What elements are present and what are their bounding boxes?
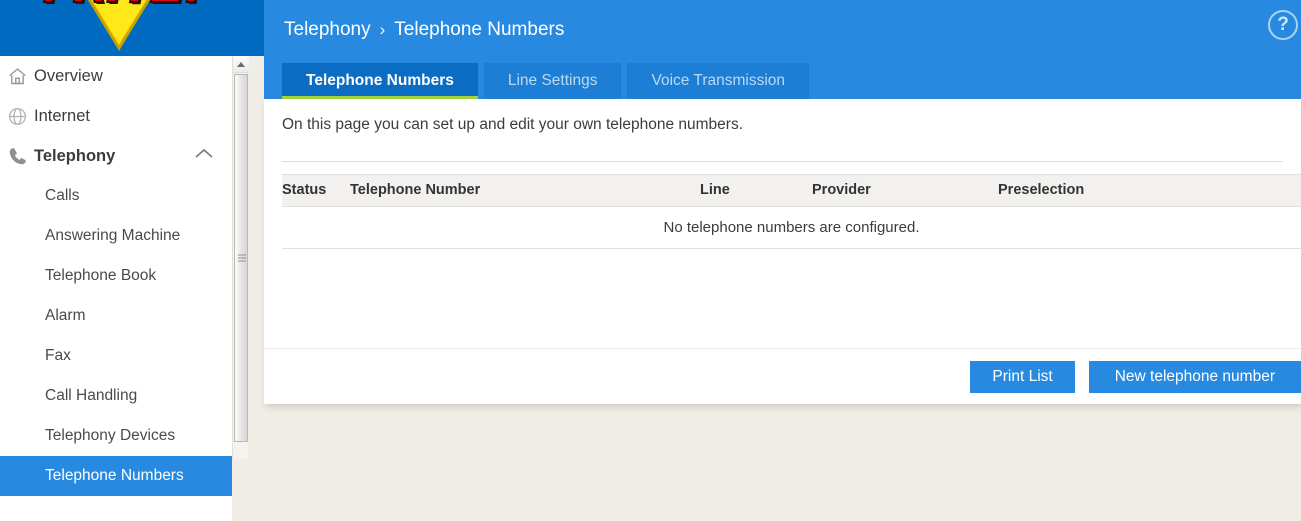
fritz-logo[interactable]: FRITZ! <box>38 0 208 56</box>
home-icon <box>0 66 34 87</box>
page-intro-text: On this page you can set up and edit you… <box>282 116 743 133</box>
globe-icon <box>0 106 34 127</box>
table-row-empty: No telephone numbers are configured. <box>282 206 1301 249</box>
sidebar-item-fax[interactable]: Fax <box>0 336 232 376</box>
content-panel: On this page you can set up and edit you… <box>264 99 1301 404</box>
sidebar-item-label: Call Handling <box>45 387 138 404</box>
chevron-up-icon[interactable] <box>194 147 214 165</box>
sidebar-item-label: Telephone Book <box>45 267 157 284</box>
telephone-numbers-table-wrapper: Status Telephone Number Line Provider Pr… <box>282 174 1301 249</box>
sidebar-item-alarm[interactable]: Alarm <box>0 296 232 336</box>
empty-state-message: No telephone numbers are configured. <box>282 206 1301 249</box>
scrollbar-thumb[interactable] <box>234 74 248 442</box>
phone-icon <box>0 146 34 167</box>
brand-logo-band: FRITZ! <box>0 0 264 56</box>
tab-bar: Telephone Numbers Line Settings Voice Tr… <box>282 63 810 99</box>
column-header-line: Line <box>700 174 812 207</box>
column-header-number: Telephone Number <box>350 174 700 207</box>
sidebar-item-telephone-book[interactable]: Telephone Book <box>0 256 232 296</box>
sidebar-item-telephone-numbers[interactable]: Telephone Numbers <box>0 456 232 496</box>
scrollbar-grip-icon <box>238 254 246 262</box>
action-button-bar: Print List New telephone number <box>264 348 1301 404</box>
sidebar-item-answering-machine[interactable]: Answering Machine <box>0 216 232 256</box>
sidebar-item-telephony[interactable]: Telephony <box>0 136 232 176</box>
sidebar-item-calls[interactable]: Calls <box>0 176 232 216</box>
print-list-button[interactable]: Print List <box>970 360 1075 393</box>
fritzbox-ui: FRITZ! Overview <box>0 0 1301 521</box>
tab-line-settings[interactable]: Line Settings <box>483 63 622 99</box>
breadcrumb: Telephony › Telephone Numbers <box>284 19 564 41</box>
sidebar-item-internet[interactable]: Internet <box>0 96 232 136</box>
column-header-status: Status <box>282 174 350 207</box>
telephone-numbers-table: Status Telephone Number Line Provider Pr… <box>282 174 1301 249</box>
sidebar-item-call-handling[interactable]: Call Handling <box>0 376 232 416</box>
sidebar-item-label: Internet <box>34 106 90 125</box>
column-header-provider: Provider <box>812 174 998 207</box>
tab-voice-transmission[interactable]: Voice Transmission <box>627 63 810 99</box>
sidebar-item-label: Overview <box>34 66 103 85</box>
sidebar-item-telephony-devices[interactable]: Telephony Devices <box>0 416 232 456</box>
table-header-row: Status Telephone Number Line Provider Pr… <box>282 174 1301 207</box>
scrollbar-up-arrow-icon[interactable] <box>233 56 249 73</box>
content-divider <box>282 161 1283 162</box>
sidebar-item-label: Telephony Devices <box>45 427 176 444</box>
sidebar-item-label: Fax <box>45 347 71 364</box>
tab-telephone-numbers[interactable]: Telephone Numbers <box>282 63 478 99</box>
sidebar-item-label: Answering Machine <box>45 227 181 244</box>
new-telephone-number-button[interactable]: New telephone number <box>1088 360 1301 393</box>
nav-list: Overview Internet Telephony Calls Answer… <box>0 56 232 496</box>
sidebar-item-overview[interactable]: Overview <box>0 56 232 96</box>
breadcrumb-current: Telephone Numbers <box>394 19 565 40</box>
breadcrumb-separator-icon: › <box>379 20 386 39</box>
sidebar-item-label: Calls <box>45 187 80 204</box>
sidebar-region: Overview Internet Telephony Calls Answer… <box>0 56 264 521</box>
breadcrumb-parent[interactable]: Telephony <box>284 19 371 41</box>
sidebar-item-label: Telephony <box>34 146 116 165</box>
sidebar-scrollbar[interactable] <box>232 56 249 459</box>
page-header: Telephony › Telephone Numbers ? Telephon… <box>264 0 1301 99</box>
table-body: No telephone numbers are configured. <box>282 206 1301 249</box>
main-navigation: Overview Internet Telephony Calls Answer… <box>0 56 232 521</box>
help-icon[interactable]: ? <box>1268 10 1298 40</box>
sidebar-item-label: Alarm <box>45 307 86 324</box>
fritz-logo-text: FRITZ! <box>38 0 208 14</box>
sidebar-item-label: Telephone Numbers <box>45 467 184 484</box>
table-head: Status Telephone Number Line Provider Pr… <box>282 174 1301 207</box>
column-header-preselection: Preselection <box>998 174 1301 207</box>
